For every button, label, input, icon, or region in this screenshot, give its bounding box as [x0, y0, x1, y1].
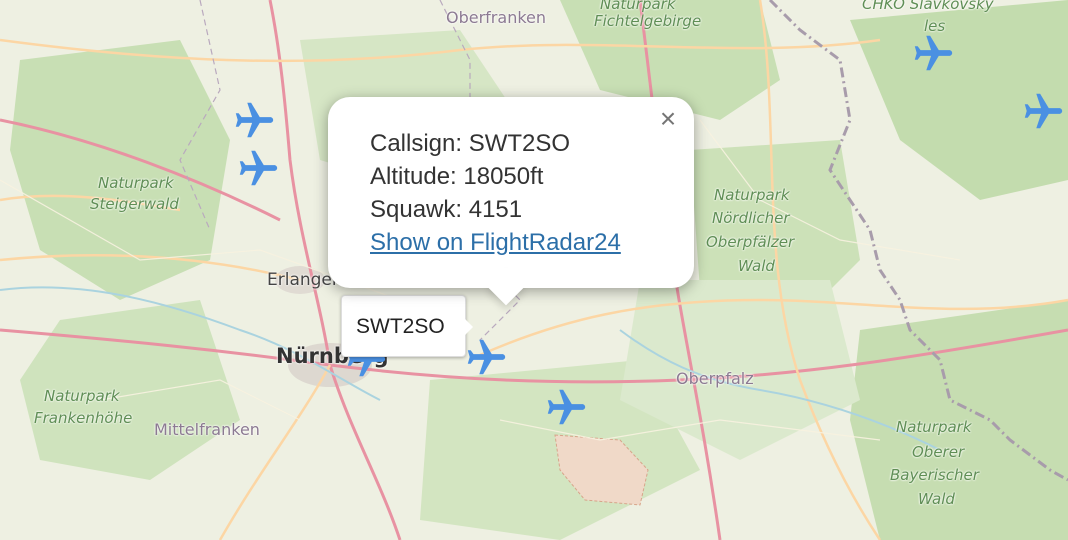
park-label-oberer: Oberer: [912, 443, 965, 461]
park-label-frankenhohe-prefix: Naturpark: [44, 387, 120, 405]
airplane-icon[interactable]: [1020, 88, 1066, 134]
park-label-fichtelgebirge: Fichtelgebirge: [594, 12, 702, 30]
airplane-icon[interactable]: [231, 97, 277, 143]
park-label-nordlicher-prefix: Naturpark: [714, 186, 790, 204]
popup-callsign: Callsign: SWT2SO: [370, 130, 571, 157]
tooltip-arrow: [465, 319, 473, 335]
airplane-icon-selected[interactable]: [463, 334, 509, 380]
airplane-icon[interactable]: [543, 384, 589, 430]
popup-content: Callsign: SWT2SO Altitude: 18050ft Squaw…: [370, 127, 621, 259]
popup-altitude: Altitude: 18050ft: [370, 163, 544, 190]
park-label-bayerischer-wald: Wald: [918, 490, 955, 508]
popup-squawk: Squawk: 4151: [370, 196, 523, 223]
park-label-frankenhohe: Frankenhöhe: [34, 409, 133, 427]
flight-info-popup: × Callsign: SWT2SO Altitude: 18050ft Squ…: [328, 97, 694, 306]
region-label-mittelfranken: Mittelfranken: [154, 420, 260, 439]
airplane-icon[interactable]: [235, 145, 281, 191]
callsign-tooltip: SWT2SO: [341, 295, 473, 357]
close-icon[interactable]: ×: [654, 105, 682, 133]
popup-tip-cover: [468, 268, 548, 288]
airplane-icon[interactable]: [910, 30, 956, 76]
park-label-bayerischer: Bayerischer: [890, 466, 979, 484]
flightradar24-link[interactable]: Show on FlightRadar24: [370, 229, 621, 256]
park-label-nordlicher: Nördlicher: [712, 209, 790, 227]
park-label-wald: Wald: [738, 257, 775, 275]
region-label-oberpfalz: Oberpfalz: [676, 369, 754, 388]
park-label-chko-slavkovsky: CHKO Slavkovský: [862, 0, 994, 13]
park-label-oberpfalzer: Oberpfälzer: [706, 233, 795, 251]
park-label-steigerwald-prefix: Naturpark: [98, 174, 174, 192]
park-label-bayerischer-prefix: Naturpark: [896, 418, 972, 436]
tooltip-callsign: SWT2SO: [356, 315, 445, 338]
map-canvas[interactable]: Oberfranken Naturpark Fichtelgebirge CHK…: [0, 0, 1068, 540]
region-label-oberfranken: Oberfranken: [446, 8, 547, 27]
park-label-steigerwald: Steigerwald: [90, 195, 179, 213]
